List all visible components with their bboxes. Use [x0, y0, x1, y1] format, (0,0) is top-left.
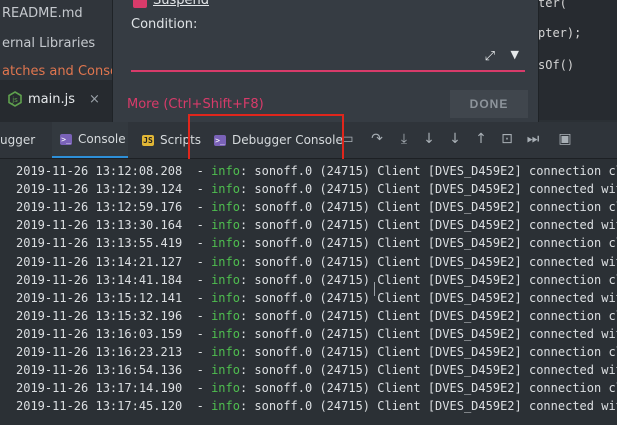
log-timestamp: 2019-11-26 13:12:39.124: [16, 182, 183, 197]
log-level: info: [211, 399, 240, 414]
code-line: ter(: [538, 0, 567, 10]
console-line: 2019-11-26 13:16:03.159 - info: sonoff.0…: [16, 327, 617, 341]
console-line: 2019-11-26 13:15:12.141 - info: sonoff.0…: [16, 291, 617, 305]
log-timestamp: 2019-11-26 13:14:21.127: [16, 254, 183, 269]
svg-text:js: js: [11, 96, 18, 104]
log-message: : sonoff.0 (24715) Client [DVES_D459E2] …: [239, 272, 617, 287]
log-message: : sonoff.0 (24715) Client [DVES_D459E2] …: [239, 363, 617, 378]
log-timestamp: 2019-11-26 13:17:45.120: [16, 399, 183, 414]
highlight-annotation-box: [188, 114, 344, 164]
log-timestamp: 2019-11-26 13:16:23.213: [16, 345, 183, 359]
console-line: 2019-11-26 13:14:41.184 - info: sonoff.0…: [16, 273, 617, 287]
log-message: : sonoff.0 (24715) Client [DVES_D459E2] …: [239, 399, 617, 414]
log-level: info: [211, 290, 240, 305]
console-line: 2019-11-26 13:17:45.120 - info: sonoff.0…: [16, 399, 617, 413]
breakpoint-dialog: Suspend Condition: ⤢ ▼ More (Ctrl+Shift+…: [112, 0, 539, 123]
js-file-icon: JS: [142, 134, 154, 146]
console-line: 2019-11-26 13:12:59.176 - info: sonoff.0…: [16, 200, 617, 214]
sidebar-item-scratches[interactable]: atches and Console: [2, 64, 130, 79]
log-level: info: [211, 345, 240, 359]
code-line: pter);: [538, 26, 582, 40]
resume-icon[interactable]: ⏭: [524, 131, 542, 147]
tab-debugger[interactable]: ugger: [0, 122, 48, 158]
console-line: 2019-11-26 13:12:08.208 - info: sonoff.0…: [16, 164, 617, 178]
log-message: : sonoff.0 (24715) Client [DVES_D459E2] …: [239, 326, 617, 341]
log-message: : sonoff.0 (24715) Client [DVES_D459E2] …: [239, 308, 617, 323]
console-line: 2019-11-26 13:12:39.124 - info: sonoff.0…: [16, 182, 617, 196]
nodejs-icon: js: [8, 91, 22, 107]
expand-icon[interactable]: ⤢: [485, 49, 495, 64]
file-tab-main-js[interactable]: js main.js ×: [8, 84, 100, 114]
log-message: : sonoff.0 (24715) Client [DVES_D459E2] …: [239, 218, 617, 233]
run-to-cursor-icon[interactable]: ⊡: [498, 131, 516, 147]
log-timestamp: 2019-11-26 13:16:03.159: [16, 326, 183, 341]
log-message: : sonoff.0 (24715) Client [DVES_D459E2] …: [239, 164, 617, 178]
console-line: 2019-11-26 13:16:54.136 - info: sonoff.0…: [16, 363, 617, 377]
console-line: 2019-11-26 13:15:32.196 - info: sonoff.0…: [16, 309, 617, 323]
log-level: info: [211, 381, 240, 396]
log-level: info: [211, 272, 240, 287]
log-timestamp: 2019-11-26 13:14:41.184: [16, 272, 183, 287]
log-timestamp: 2019-11-26 13:17:14.190: [16, 381, 183, 396]
log-level: info: [211, 308, 240, 323]
log-message: : sonoff.0 (24715) Client [DVES_D459E2] …: [239, 200, 617, 215]
tab-label: ugger: [0, 133, 36, 147]
suspend-label[interactable]: Suspend: [153, 0, 209, 8]
console-line: 2019-11-26 13:13:55.419 - info: sonoff.0…: [16, 236, 617, 250]
log-message: : sonoff.0 (24715) Client [DVES_D459E2] …: [239, 345, 617, 359]
console-line: 2019-11-26 13:17:14.190 - info: sonoff.0…: [16, 381, 617, 395]
log-timestamp: 2019-11-26 13:13:30.164: [16, 218, 183, 233]
log-timestamp: 2019-11-26 13:12:08.208: [16, 164, 183, 178]
rerun-icon[interactable]: ↷: [368, 131, 386, 147]
console-line: 2019-11-26 13:13:30.164 - info: sonoff.0…: [16, 218, 617, 232]
log-level: info: [211, 363, 240, 378]
log-timestamp: 2019-11-26 13:15:32.196: [16, 308, 183, 323]
terminal-icon[interactable]: ▣: [556, 131, 574, 147]
close-icon[interactable]: ×: [89, 92, 100, 107]
text-cursor: [374, 282, 375, 296]
done-button[interactable]: DONE: [450, 90, 528, 118]
tab-label: Console: [78, 132, 126, 146]
log-level: info: [211, 200, 240, 215]
step-out-icon[interactable]: ↑: [472, 131, 490, 147]
log-level: info: [211, 164, 240, 178]
step-into-icon[interactable]: ↓: [420, 131, 438, 147]
log-message: : sonoff.0 (24715) Client [DVES_D459E2] …: [239, 254, 617, 269]
log-level: info: [211, 254, 240, 269]
log-timestamp: 2019-11-26 13:16:54.136: [16, 363, 183, 378]
log-level: info: [211, 236, 240, 251]
more-link[interactable]: More (Ctrl+Shift+F8): [127, 97, 264, 112]
tab-console[interactable]: >_ Console: [52, 122, 128, 158]
log-timestamp: 2019-11-26 13:13:55.419: [16, 236, 183, 251]
condition-input[interactable]: ⤢ ▼: [131, 44, 525, 72]
log-message: : sonoff.0 (24715) Client [DVES_D459E2] …: [239, 290, 617, 305]
console-line: 2019-11-26 13:16:23.213 - info: sonoff.0…: [16, 345, 617, 359]
log-level: info: [211, 218, 240, 233]
log-level: info: [211, 182, 240, 197]
condition-label: Condition:: [131, 17, 198, 32]
console-line: 2019-11-26 13:14:21.127 - info: sonoff.0…: [16, 255, 617, 269]
file-tab-label: main.js: [28, 91, 75, 107]
log-timestamp: 2019-11-26 13:12:59.176: [16, 200, 183, 215]
terminal-icon: >_: [60, 133, 72, 145]
code-line: sOf(): [538, 58, 575, 72]
suspend-checkbox[interactable]: [133, 0, 147, 8]
sidebar-item-external-libraries[interactable]: ernal Libraries: [2, 36, 95, 51]
step-into-my-code-icon[interactable]: ↓: [446, 131, 464, 147]
log-message: : sonoff.0 (24715) Client [DVES_D459E2] …: [239, 381, 617, 396]
console-output[interactable]: 2019-11-26 13:12:08.208 - info: sonoff.0…: [0, 159, 617, 425]
log-message: : sonoff.0 (24715) Client [DVES_D459E2] …: [239, 236, 617, 251]
log-timestamp: 2019-11-26 13:15:12.141: [16, 290, 183, 305]
log-message: : sonoff.0 (24715) Client [DVES_D459E2] …: [239, 182, 617, 197]
chevron-down-icon[interactable]: ▼: [511, 48, 519, 61]
step-over-icon[interactable]: ⤓: [395, 131, 413, 147]
sidebar-item-readme[interactable]: README.md: [2, 6, 83, 21]
log-level: info: [211, 326, 240, 341]
